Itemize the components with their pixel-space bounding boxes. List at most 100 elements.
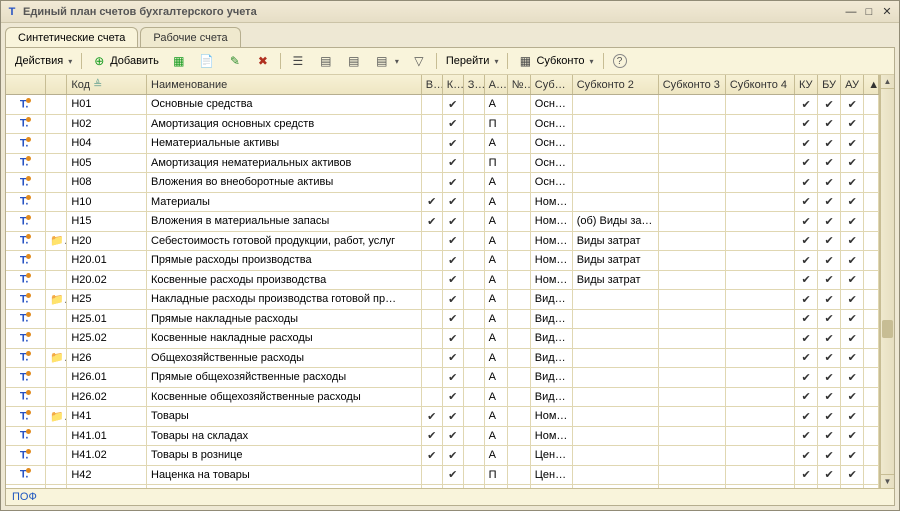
table-row[interactable]: Т.📁Н20Себестоимость готовой продукции, р…: [6, 232, 879, 252]
cell-au: ✔: [841, 388, 864, 407]
vertical-scrollbar[interactable]: ▲ ▼: [880, 75, 894, 488]
cell-k: ✔: [442, 193, 463, 212]
scroll-track[interactable]: [881, 89, 894, 474]
table-row[interactable]: Т.Н25.02Косвенные накладные расходы✔АВид…: [6, 329, 879, 349]
table-row[interactable]: Т.Н26.01Прямые общехозяйственные расходы…: [6, 368, 879, 388]
scroll-thumb[interactable]: [882, 320, 893, 338]
cell-a: П: [484, 154, 507, 173]
cell-ku: ✔: [795, 427, 818, 446]
table-row[interactable]: Т.Н02Амортизация основных средств✔ПОсн…✔…: [6, 115, 879, 135]
cell-sub1: Вид…: [530, 368, 572, 387]
delete-button[interactable]: ✖: [250, 51, 276, 71]
tab-working[interactable]: Рабочие счета: [140, 27, 240, 47]
cell-z: [463, 134, 484, 153]
row-folder-icon: 📁: [46, 290, 67, 309]
table-row[interactable]: Т.Н42Наценка на товары✔ПЦен…✔✔✔: [6, 466, 879, 486]
goto-menu[interactable]: Перейти: [441, 51, 504, 71]
filter-button[interactable]: ▤: [313, 51, 339, 71]
copy-button[interactable]: 📄: [194, 51, 220, 71]
row-folder-icon: [46, 310, 67, 329]
cell-n: [507, 115, 530, 134]
table-row[interactable]: Т.Н20.01Прямые расходы производства✔АНом…: [6, 251, 879, 271]
cell-k: ✔: [442, 290, 463, 309]
close-button[interactable]: ✕: [879, 5, 895, 19]
scroll-down-button[interactable]: ▼: [881, 474, 894, 488]
row-type-icon: Т.: [6, 134, 46, 153]
cell-sub3: [658, 212, 725, 231]
tab-synthetic[interactable]: Синтетические счета: [5, 27, 138, 47]
col-name[interactable]: Наименование: [147, 75, 422, 95]
col-sub2[interactable]: Субконто 2: [572, 75, 658, 95]
maximize-button[interactable]: □: [861, 5, 877, 19]
table-row[interactable]: Т.Н05Амортизация нематериальных активов✔…: [6, 154, 879, 174]
add-button[interactable]: ⊕ Добавить: [86, 51, 164, 71]
cell-ku: ✔: [795, 212, 818, 231]
cell-sub2: [572, 427, 658, 446]
cell-z: [463, 446, 484, 465]
cell-v: ✔: [421, 193, 442, 212]
cell-sub4: [725, 251, 794, 270]
cell-v: [421, 466, 442, 485]
add-group-button[interactable]: ▦: [166, 51, 192, 71]
col-au[interactable]: АУ: [841, 75, 864, 95]
table-row[interactable]: Т.Н41.01Товары на складах✔✔АНом…✔✔✔: [6, 427, 879, 447]
table-row[interactable]: Т.📁Н41Товары✔✔АНом…✔✔✔: [6, 407, 879, 427]
table-row[interactable]: Т.Н10Материалы✔✔АНом…✔✔✔: [6, 193, 879, 213]
actions-menu[interactable]: Действия: [10, 51, 77, 71]
table-row[interactable]: Т.Н04Нематериальные активы✔АОсн…✔✔✔: [6, 134, 879, 154]
sort-menu[interactable]: ▤: [369, 51, 404, 71]
subconto-menu[interactable]: ▦ Субконто: [512, 51, 598, 71]
col-z[interactable]: З…: [463, 75, 484, 95]
cell-sub3: [658, 134, 725, 153]
cell-a: А: [484, 173, 507, 192]
table-row[interactable]: Т.Н26.02Косвенные общехозяйственные расх…: [6, 388, 879, 408]
col-v[interactable]: В…: [421, 75, 442, 95]
minimize-button[interactable]: —: [843, 5, 859, 19]
table-row[interactable]: Т.Н20.02Косвенные расходы производства✔А…: [6, 271, 879, 291]
cell-code: Н41: [67, 407, 147, 426]
row-folder-icon: [46, 388, 67, 407]
cell-a: А: [484, 329, 507, 348]
table-row[interactable]: Т.📁Н26Общехозяйственные расходы✔АВид…✔✔✔: [6, 349, 879, 369]
cell-au: ✔: [841, 115, 864, 134]
col-folder[interactable]: [46, 75, 67, 95]
col-sub4[interactable]: Субконто 4: [725, 75, 794, 95]
cell-ku: ✔: [795, 115, 818, 134]
cell-au: ✔: [841, 95, 864, 114]
cell-n: [507, 95, 530, 114]
cell-sub4: [725, 466, 794, 485]
cell-au: ✔: [841, 173, 864, 192]
hierarchy-button[interactable]: ☰: [285, 51, 311, 71]
col-bu[interactable]: БУ: [818, 75, 841, 95]
table-row[interactable]: Т.Н08Вложения во внеоборотные активы✔АОс…: [6, 173, 879, 193]
cell-code: Н42: [67, 466, 147, 485]
cell-pad: [864, 115, 879, 134]
col-n[interactable]: №…: [507, 75, 530, 95]
col-sub3[interactable]: Субконто 3: [658, 75, 725, 95]
col-a[interactable]: А…: [484, 75, 507, 95]
filter-off-button[interactable]: ▤: [341, 51, 367, 71]
col-ku[interactable]: КУ: [795, 75, 818, 95]
col-sub1[interactable]: Суб…: [530, 75, 572, 95]
table-row[interactable]: Т.📁Н25Накладные расходы производства гот…: [6, 290, 879, 310]
col-code[interactable]: Код ≜: [67, 75, 147, 95]
cell-name: Косвенные накладные расходы: [147, 329, 422, 348]
scroll-up-button[interactable]: ▲: [881, 75, 894, 89]
cell-ku: ✔: [795, 95, 818, 114]
col-k[interactable]: К…: [442, 75, 463, 95]
cell-pad: [864, 193, 879, 212]
funnel-button[interactable]: ▽: [406, 51, 432, 71]
cell-n: [507, 154, 530, 173]
table-row[interactable]: Т.Н41.02Товары в рознице✔✔АЦен…✔✔✔: [6, 446, 879, 466]
col-icon[interactable]: [6, 75, 46, 95]
cell-n: [507, 232, 530, 251]
cell-ku: ✔: [795, 290, 818, 309]
edit-button[interactable]: ✎: [222, 51, 248, 71]
cell-au: ✔: [841, 446, 864, 465]
table-row[interactable]: Т.Н15Вложения в материальные запасы✔✔АНо…: [6, 212, 879, 232]
table-row[interactable]: Т.Н01Основные средства✔АОсн…✔✔✔: [6, 95, 879, 115]
table-row[interactable]: Т.Н25.01Прямые накладные расходы✔АВид…✔✔…: [6, 310, 879, 330]
cell-a: П: [484, 466, 507, 485]
help-button[interactable]: ?: [608, 51, 632, 71]
row-type-icon: Т.: [6, 232, 46, 251]
